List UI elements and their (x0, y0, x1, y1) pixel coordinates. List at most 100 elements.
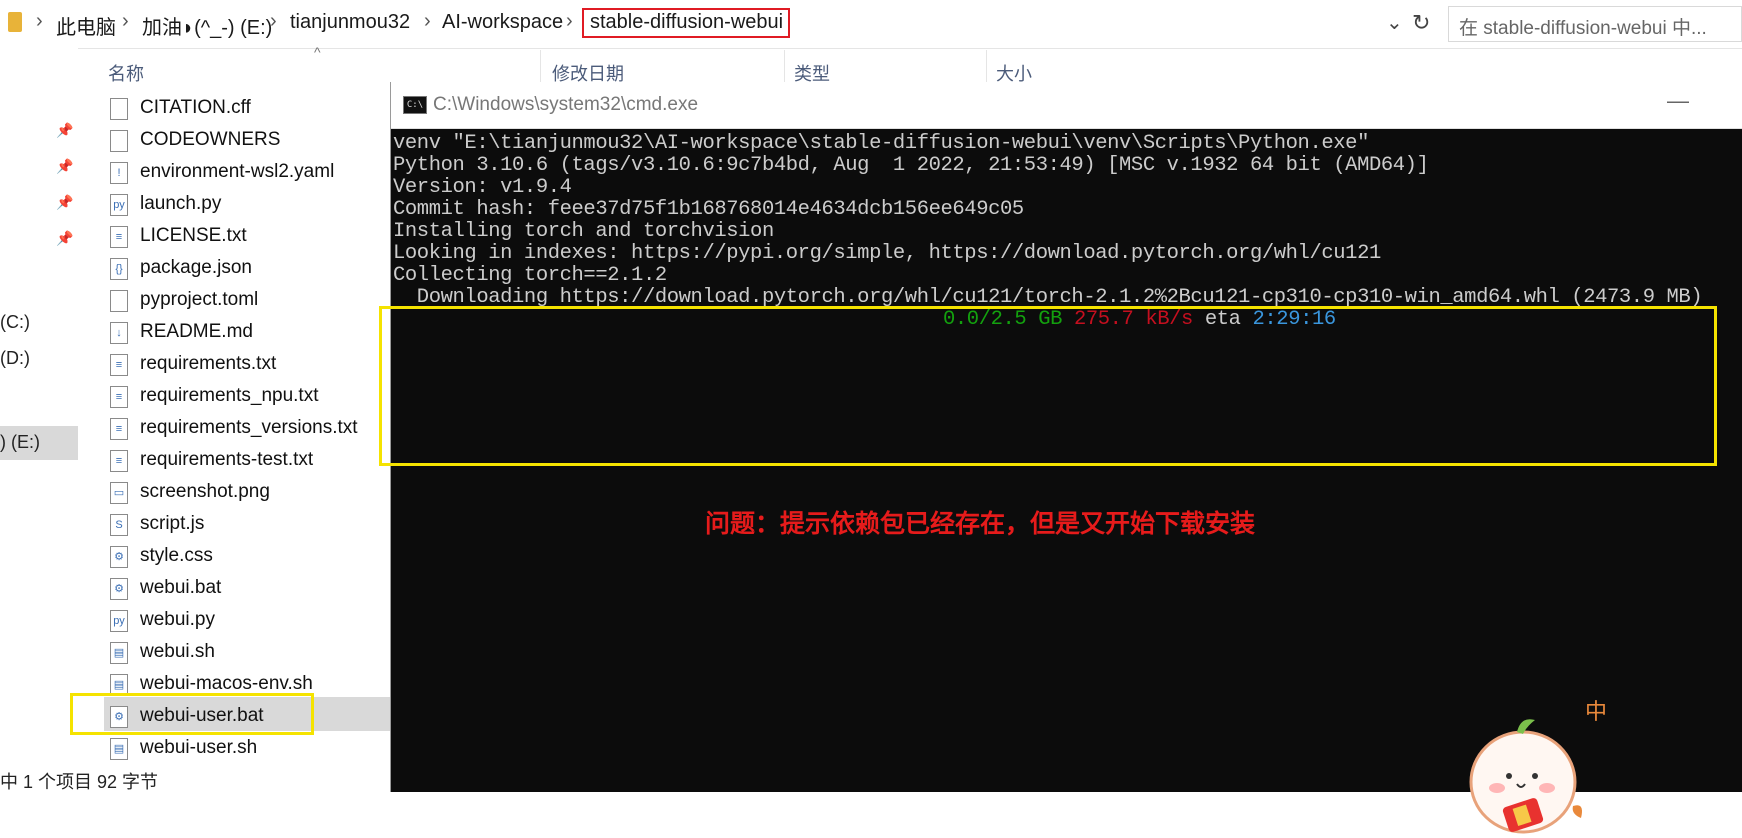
file-name: script.js (140, 513, 205, 534)
console-line: Version: v1.9.4 (393, 176, 572, 199)
breadcrumb-this-pc[interactable]: 此电脑 (56, 11, 116, 40)
text-file-icon: ≡ (110, 354, 128, 376)
column-header-name[interactable]: 名称 (108, 60, 144, 86)
annotation-yellow-box (70, 693, 314, 735)
breadcrumb-ai-workspace[interactable]: AI-workspace (442, 11, 563, 34)
mascot-text: 中 (1585, 700, 1608, 725)
pin-icon[interactable]: 📌 (56, 230, 73, 247)
file-row[interactable]: ≡ requirements-test.txt (110, 446, 400, 476)
file-row[interactable]: ≡ requirements_npu.txt (110, 382, 400, 412)
chevron-right-icon[interactable]: › (36, 10, 43, 33)
column-divider[interactable] (540, 50, 541, 84)
cmd-titlebar[interactable]: C:\ C:\Windows\system32\cmd.exe — (391, 82, 1742, 129)
json-file-icon: {} (110, 258, 128, 280)
console-line: Looking in indexes: https://pypi.org/sim… (393, 242, 1381, 265)
text-file-icon: ≡ (110, 418, 128, 440)
file-row[interactable]: ▤ webui.sh (110, 638, 400, 668)
file-row[interactable]: py webui.py (110, 606, 400, 636)
pin-icon[interactable]: 📌 (56, 122, 73, 139)
file-name: requirements.txt (140, 353, 277, 374)
python-file-icon: py (110, 194, 128, 216)
file-name: requirements-test.txt (140, 449, 314, 470)
script-file-icon: S (110, 514, 128, 536)
document-icon (110, 130, 128, 152)
file-name: package.json (140, 257, 252, 278)
file-name: README.md (140, 321, 253, 342)
navigation-pane: 📌 📌 📌 📌 (C:) (D:) ) (E:) (0, 48, 78, 792)
status-bar-text: 中 1 个项目 92 字节 (0, 772, 159, 792)
text-file-icon: ≡ (110, 386, 128, 408)
file-name: webui.bat (140, 577, 222, 598)
file-row[interactable]: ⚙ style.css (110, 542, 400, 572)
file-name: environment-wsl2.yaml (140, 161, 335, 182)
document-icon (110, 98, 128, 120)
breadcrumb-tianjunmou32[interactable]: tianjunmou32 (290, 11, 410, 34)
file-row[interactable]: ≡ LICENSE.txt (110, 222, 400, 252)
file-name: webui-user.sh (140, 737, 258, 758)
text-file-icon: ≡ (110, 450, 128, 472)
markdown-file-icon: ↓ (110, 322, 128, 344)
chevron-down-icon[interactable]: ⌄ (1386, 10, 1403, 35)
text-file-icon: ≡ (110, 226, 128, 248)
file-row[interactable]: ▭ screenshot.png (110, 478, 400, 508)
shell-file-icon: ▤ (110, 738, 128, 760)
column-divider[interactable] (986, 50, 987, 84)
file-row[interactable]: Sscript.js (110, 510, 400, 540)
file-name: webui.sh (140, 641, 215, 662)
file-row[interactable]: CODEOWNERS (110, 126, 400, 156)
file-row[interactable]: ⚙ webui.bat (110, 574, 400, 604)
file-row[interactable]: py launch.py (110, 190, 400, 220)
nav-drive-e[interactable]: ) (E:) (0, 432, 40, 453)
annotation-red-box (582, 8, 790, 38)
file-row[interactable]: {} package.json (110, 254, 400, 284)
folder-icon (8, 12, 22, 32)
annotation-text: 问题：提示依赖包已经存在，但是又开始下载安装 (705, 509, 1256, 538)
document-icon (110, 290, 128, 312)
python-file-icon: py (110, 610, 128, 632)
address-bar[interactable]: › 此电脑 › 加油◗(^_-) (E:) › tianjunmou32 › A… (0, 0, 1742, 49)
search-input[interactable]: 在 stable-diffusion-webui 中... (1448, 6, 1742, 42)
chevron-right-icon[interactable]: › (424, 10, 431, 33)
chevron-right-icon[interactable]: › (270, 10, 277, 33)
file-name: pyproject.toml (140, 289, 259, 310)
console-line: Commit hash: feee37d75f1b168768014e4634d… (393, 198, 1024, 221)
cmd-window[interactable]: C:\ C:\Windows\system32\cmd.exe — venv "… (379, 82, 1742, 834)
file-row[interactable]: ↓ README.md (110, 318, 400, 348)
console-line: Python 3.10.6 (tags/v3.10.6:9c7b4bd, Aug… (393, 154, 1429, 177)
search-placeholder: 在 stable-diffusion-webui 中... (1459, 18, 1707, 39)
cmd-title: C:\Windows\system32\cmd.exe (433, 94, 699, 115)
chevron-right-icon[interactable]: › (566, 10, 573, 33)
pin-icon[interactable]: 📌 (56, 158, 73, 175)
file-row[interactable]: ! environment-wsl2.yaml (110, 158, 400, 188)
breadcrumb-drive-e[interactable]: 加油◗(^_-) (E:) (142, 11, 272, 40)
file-row[interactable]: ≡ requirements.txt (110, 350, 400, 380)
column-divider[interactable] (784, 50, 785, 84)
css-file-icon: ⚙ (110, 546, 128, 568)
file-name: CITATION.cff (140, 97, 251, 118)
file-name: screenshot.png (140, 481, 270, 502)
file-name: launch.py (140, 193, 222, 214)
file-row[interactable]: pyproject.toml (110, 286, 400, 316)
chevron-right-icon[interactable]: › (122, 10, 129, 33)
file-row[interactable]: ▤ webui-user.sh (110, 734, 400, 764)
file-name: webui-macos-env.sh (140, 673, 313, 694)
console-line: Installing torch and torchvision (393, 220, 774, 243)
console-line: Collecting torch==2.1.2 (393, 264, 667, 287)
cmd-icon: C:\ (403, 96, 427, 114)
mascot-sticker (1469, 719, 1582, 834)
yaml-file-icon: ! (110, 162, 128, 184)
console-output[interactable]: venv "E:\tianjunmou32\AI-workspace\stabl… (379, 128, 1742, 834)
file-name: requirements_versions.txt (140, 417, 358, 438)
pin-icon[interactable]: 📌 (56, 194, 73, 211)
file-name: webui.py (140, 609, 215, 630)
minimize-icon[interactable]: — (1667, 88, 1689, 114)
refresh-icon[interactable]: ↻ (1412, 10, 1430, 36)
file-row[interactable]: ≡ requirements_versions.txt (110, 414, 400, 444)
file-row[interactable]: CITATION.cff (110, 94, 400, 124)
nav-drive-c[interactable]: (C:) (0, 312, 30, 333)
sort-up-icon: ^ (314, 44, 321, 60)
batch-file-icon: ⚙ (110, 578, 128, 600)
file-name: style.css (140, 545, 213, 566)
file-name: requirements_npu.txt (140, 385, 319, 406)
nav-drive-d[interactable]: (D:) (0, 348, 30, 369)
